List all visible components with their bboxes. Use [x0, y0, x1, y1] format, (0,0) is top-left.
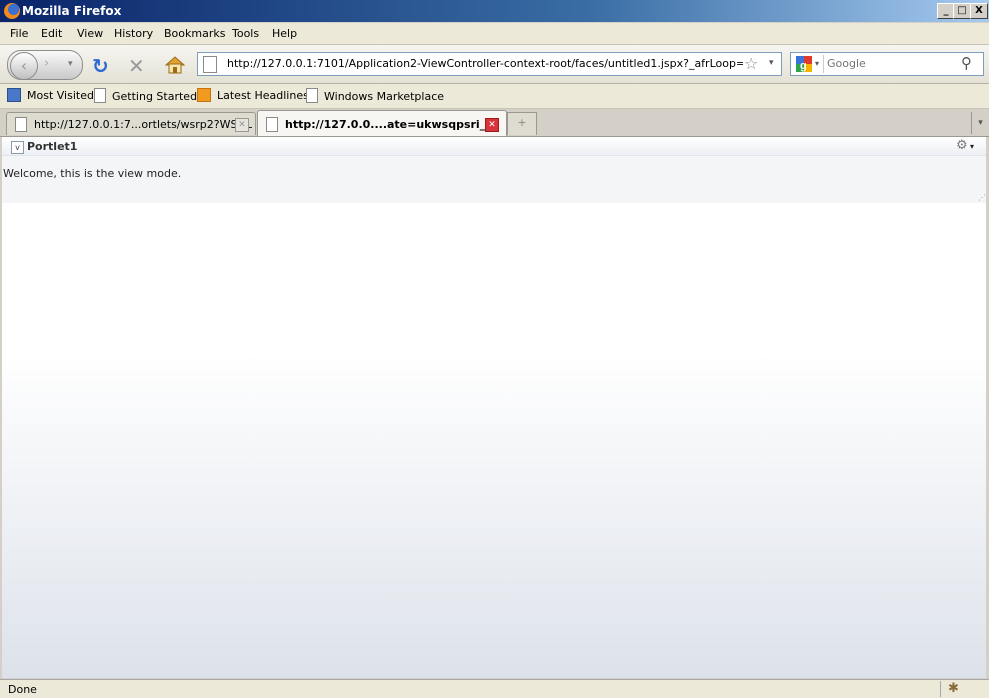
tab-close-icon[interactable]: ✕ [235, 118, 249, 132]
tab-wsdl[interactable]: http://127.0.0.1:7...ortlets/wsrp2?WSDL … [6, 112, 256, 135]
url-bar[interactable]: http://127.0.0.1:7101/Application2-ViewC… [197, 52, 782, 76]
page-icon [94, 88, 106, 103]
menu-view[interactable]: View [77, 27, 103, 40]
page-icon [15, 117, 27, 132]
history-dropdown-icon[interactable]: ▾ [68, 59, 73, 69]
search-engine-button[interactable]: g ▾ [793, 55, 824, 73]
tab-close-icon[interactable]: ✕ [485, 118, 499, 132]
status-text: Done [8, 683, 37, 696]
back-forward-group: ‹ › ▾ [7, 50, 83, 80]
menu-bookmarks[interactable]: Bookmarks [164, 27, 225, 40]
home-icon [164, 56, 186, 74]
google-icon: g [796, 56, 812, 72]
gear-dropdown-icon[interactable]: ▾ [970, 142, 974, 151]
most-visited-icon [7, 88, 21, 102]
url-dropdown-icon[interactable]: ▾ [769, 58, 774, 68]
forward-button[interactable]: › [44, 56, 49, 71]
bookmark-latest-headlines[interactable]: Latest Headlines [197, 88, 309, 104]
status-divider [940, 681, 941, 697]
bookmark-most-visited[interactable]: Most Visited [7, 88, 94, 104]
bookmarks-toolbar: Most Visited Getting Started Latest Head… [0, 84, 989, 109]
maximize-button[interactable]: □ [953, 3, 971, 19]
tab-list-button[interactable]: ▾ [971, 112, 989, 134]
page-icon [266, 117, 278, 132]
navigation-toolbar: ‹ › ▾ ↻ ✕ http://127.0.0.1:7101/Applicat… [0, 45, 989, 84]
bookmark-label: Latest Headlines [217, 89, 309, 102]
page-icon [203, 56, 217, 73]
search-icon[interactable]: ⚲ [961, 54, 972, 72]
tab-label: http://127.0.0.1:7...ortlets/wsrp2?WSDL [34, 118, 253, 131]
tab-strip: http://127.0.0.1:7...ortlets/wsrp2?WSDL … [0, 109, 989, 137]
status-bar: Done ✱ [0, 679, 989, 698]
close-window-button[interactable]: X [970, 3, 988, 19]
menu-tools[interactable]: Tools [232, 27, 259, 40]
url-text[interactable]: http://127.0.0.1:7101/Application2-ViewC… [227, 57, 743, 70]
portlet: v Portlet1 ⚙ ▾ Welcome, this is the view… [2, 137, 988, 203]
bookmark-label: Windows Marketplace [324, 90, 445, 103]
menu-file[interactable]: File [10, 27, 28, 40]
home-button[interactable] [164, 54, 186, 76]
resize-grip-icon[interactable]: ⋰ [978, 193, 986, 202]
addon-bug-icon[interactable]: ✱ [948, 681, 959, 696]
bookmark-star-icon[interactable]: ☆ [744, 54, 758, 73]
stop-button[interactable]: ✕ [128, 54, 145, 78]
tab-label: http://127.0.0....ate=ukwsqpsri_4 [285, 118, 493, 131]
menu-history[interactable]: History [114, 27, 153, 40]
portlet-title: Portlet1 [27, 140, 78, 153]
page-content: v Portlet1 ⚙ ▾ Welcome, this is the view… [2, 137, 989, 678]
bookmark-getting-started[interactable]: Getting Started [94, 88, 197, 104]
portlet-menu-button[interactable]: v [11, 141, 24, 154]
window-title: Mozilla Firefox [22, 4, 122, 18]
svg-text:g: g [800, 60, 807, 72]
new-tab-button[interactable]: + [507, 112, 537, 135]
back-button[interactable]: ‹ [10, 52, 38, 80]
bookmark-label: Getting Started [112, 90, 198, 103]
gear-icon[interactable]: ⚙ [956, 138, 968, 153]
menu-edit[interactable]: Edit [41, 27, 62, 40]
reload-button[interactable]: ↻ [92, 54, 109, 78]
search-engine-dropdown-icon: ▾ [815, 59, 820, 68]
tab-portlet-page[interactable]: http://127.0.0....ate=ukwsqpsri_4 ✕ [257, 110, 507, 136]
rss-icon [197, 88, 211, 102]
bookmark-label: Most Visited [27, 89, 94, 102]
menu-bar: File Edit View History Bookmarks Tools H… [0, 23, 989, 45]
firefox-logo-icon [4, 3, 20, 19]
search-bar: g ▾ ⚲ [790, 52, 984, 76]
bookmark-windows-marketplace[interactable]: Windows Marketplace [306, 88, 444, 104]
search-input[interactable] [827, 56, 955, 70]
title-bar: Mozilla Firefox _ □ X [0, 0, 989, 22]
portlet-header: v Portlet1 ⚙ ▾ [2, 137, 988, 156]
menu-help[interactable]: Help [272, 27, 297, 40]
portlet-body-text: Welcome, this is the view mode. [3, 167, 182, 180]
page-icon [306, 88, 318, 103]
